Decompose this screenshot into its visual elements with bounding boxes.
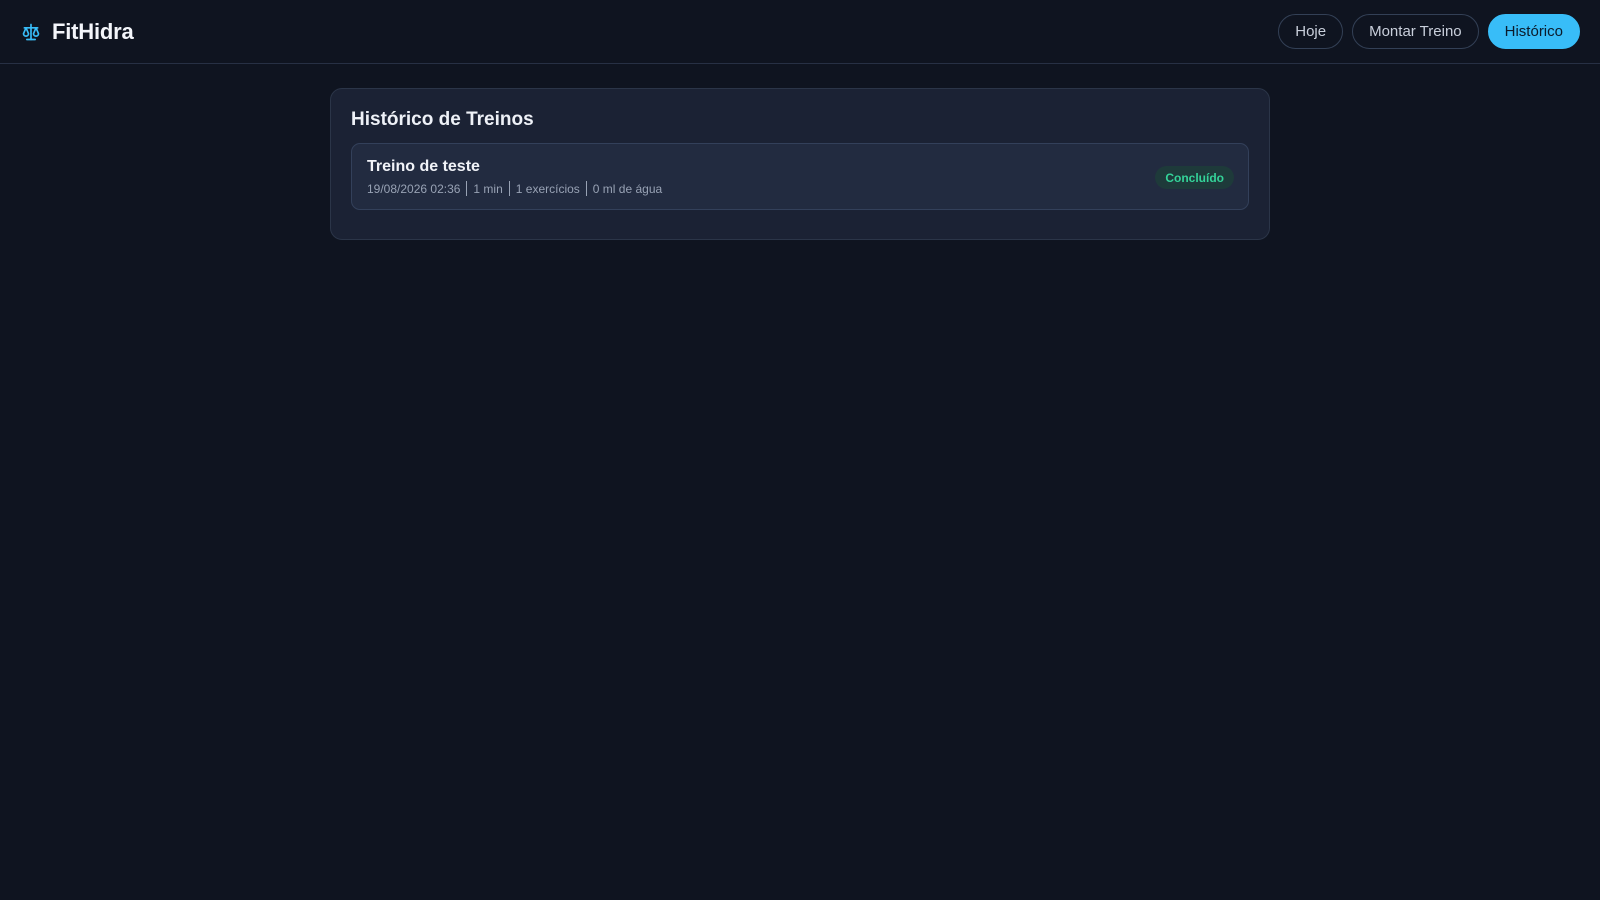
app-name: FitHidra bbox=[52, 18, 134, 44]
workout-duration: 1 min bbox=[473, 181, 503, 196]
separator bbox=[585, 181, 587, 196]
workout-datetime: 19/08/2026 02:36 bbox=[367, 181, 461, 196]
workout-water: 0 ml de água bbox=[592, 181, 663, 196]
scale-icon bbox=[20, 21, 42, 43]
main-nav: Hoje Montar Treino Histórico bbox=[1278, 14, 1580, 49]
workout-title: Treino de teste bbox=[367, 158, 480, 175]
nav-history-button[interactable]: Histórico bbox=[1487, 14, 1580, 49]
top-bar: FitHidra Hoje Montar Treino Histórico bbox=[0, 0, 1600, 64]
nav-build-workout-button[interactable]: Montar Treino bbox=[1352, 14, 1479, 49]
page-title: Histórico de Treinos bbox=[351, 109, 534, 130]
history-item[interactable]: Treino de teste 19/08/2026 02:36 1 min 1… bbox=[351, 143, 1249, 210]
history-panel: Histórico de Treinos Treino de teste 19/… bbox=[330, 88, 1270, 240]
separator bbox=[508, 181, 510, 196]
history-item-info: Treino de teste 19/08/2026 02:36 1 min 1… bbox=[367, 158, 662, 196]
brand[interactable]: FitHidra bbox=[20, 19, 134, 45]
workout-meta: 19/08/2026 02:36 1 min 1 exercícios 0 ml… bbox=[367, 181, 662, 196]
workout-exercises: 1 exercícios bbox=[515, 181, 580, 196]
status-badge: Concluído bbox=[1155, 166, 1234, 189]
separator bbox=[466, 181, 468, 196]
nav-today-button[interactable]: Hoje bbox=[1278, 14, 1344, 49]
